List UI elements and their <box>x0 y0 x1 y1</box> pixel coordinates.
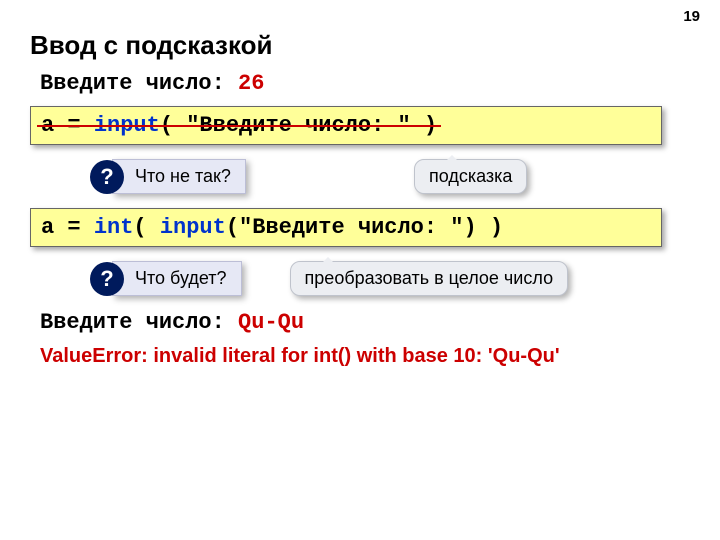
prompt-value: 26 <box>238 71 264 96</box>
prompt-label: Введите число: <box>40 310 238 335</box>
code-args: ( "Введите число: " ) <box>160 113 437 138</box>
callout-convert: преобразовать в целое число <box>290 261 569 296</box>
slide-body: Ввод с подсказкой Введите число: 26 a = … <box>0 0 720 368</box>
code-paren: ( <box>133 215 159 240</box>
struck-code: a = input( "Введите число: " ) <box>41 113 437 138</box>
prompt-example-2: Введите число: Qu-Qu <box>40 310 690 335</box>
prompt-value: Qu-Qu <box>238 310 304 335</box>
question-row-1: ? Что не так? подсказка <box>90 159 690 194</box>
prompt-example-1: Введите число: 26 <box>40 71 690 96</box>
code-paren: ) <box>477 215 503 240</box>
code-fn-int: int <box>94 215 134 240</box>
error-message: ValueError: invalid literal for int() wi… <box>40 345 690 368</box>
slide-title: Ввод с подсказкой <box>30 30 690 61</box>
callout-hint: подсказка <box>414 159 527 194</box>
question-row-2: ? Что будет? преобразовать в целое число <box>90 261 690 296</box>
question-mark-icon: ? <box>90 262 124 296</box>
code-fn-input: input <box>160 215 226 240</box>
code-box-2: a = int( input("Введите число: ") ) <box>30 208 662 247</box>
question-1-label: Что не так? <box>112 159 246 194</box>
page-number: 19 <box>683 8 700 25</box>
code-fn-input: input <box>94 113 160 138</box>
code-var: a = <box>41 113 94 138</box>
question-2-label: Что будет? <box>112 261 242 296</box>
code-box-1: a = input( "Введите число: " ) <box>30 106 662 145</box>
question-mark-icon: ? <box>90 160 124 194</box>
code-args: ("Введите число: ") <box>226 215 477 240</box>
prompt-label: Введите число: <box>40 71 238 96</box>
code-var: a = <box>41 215 94 240</box>
